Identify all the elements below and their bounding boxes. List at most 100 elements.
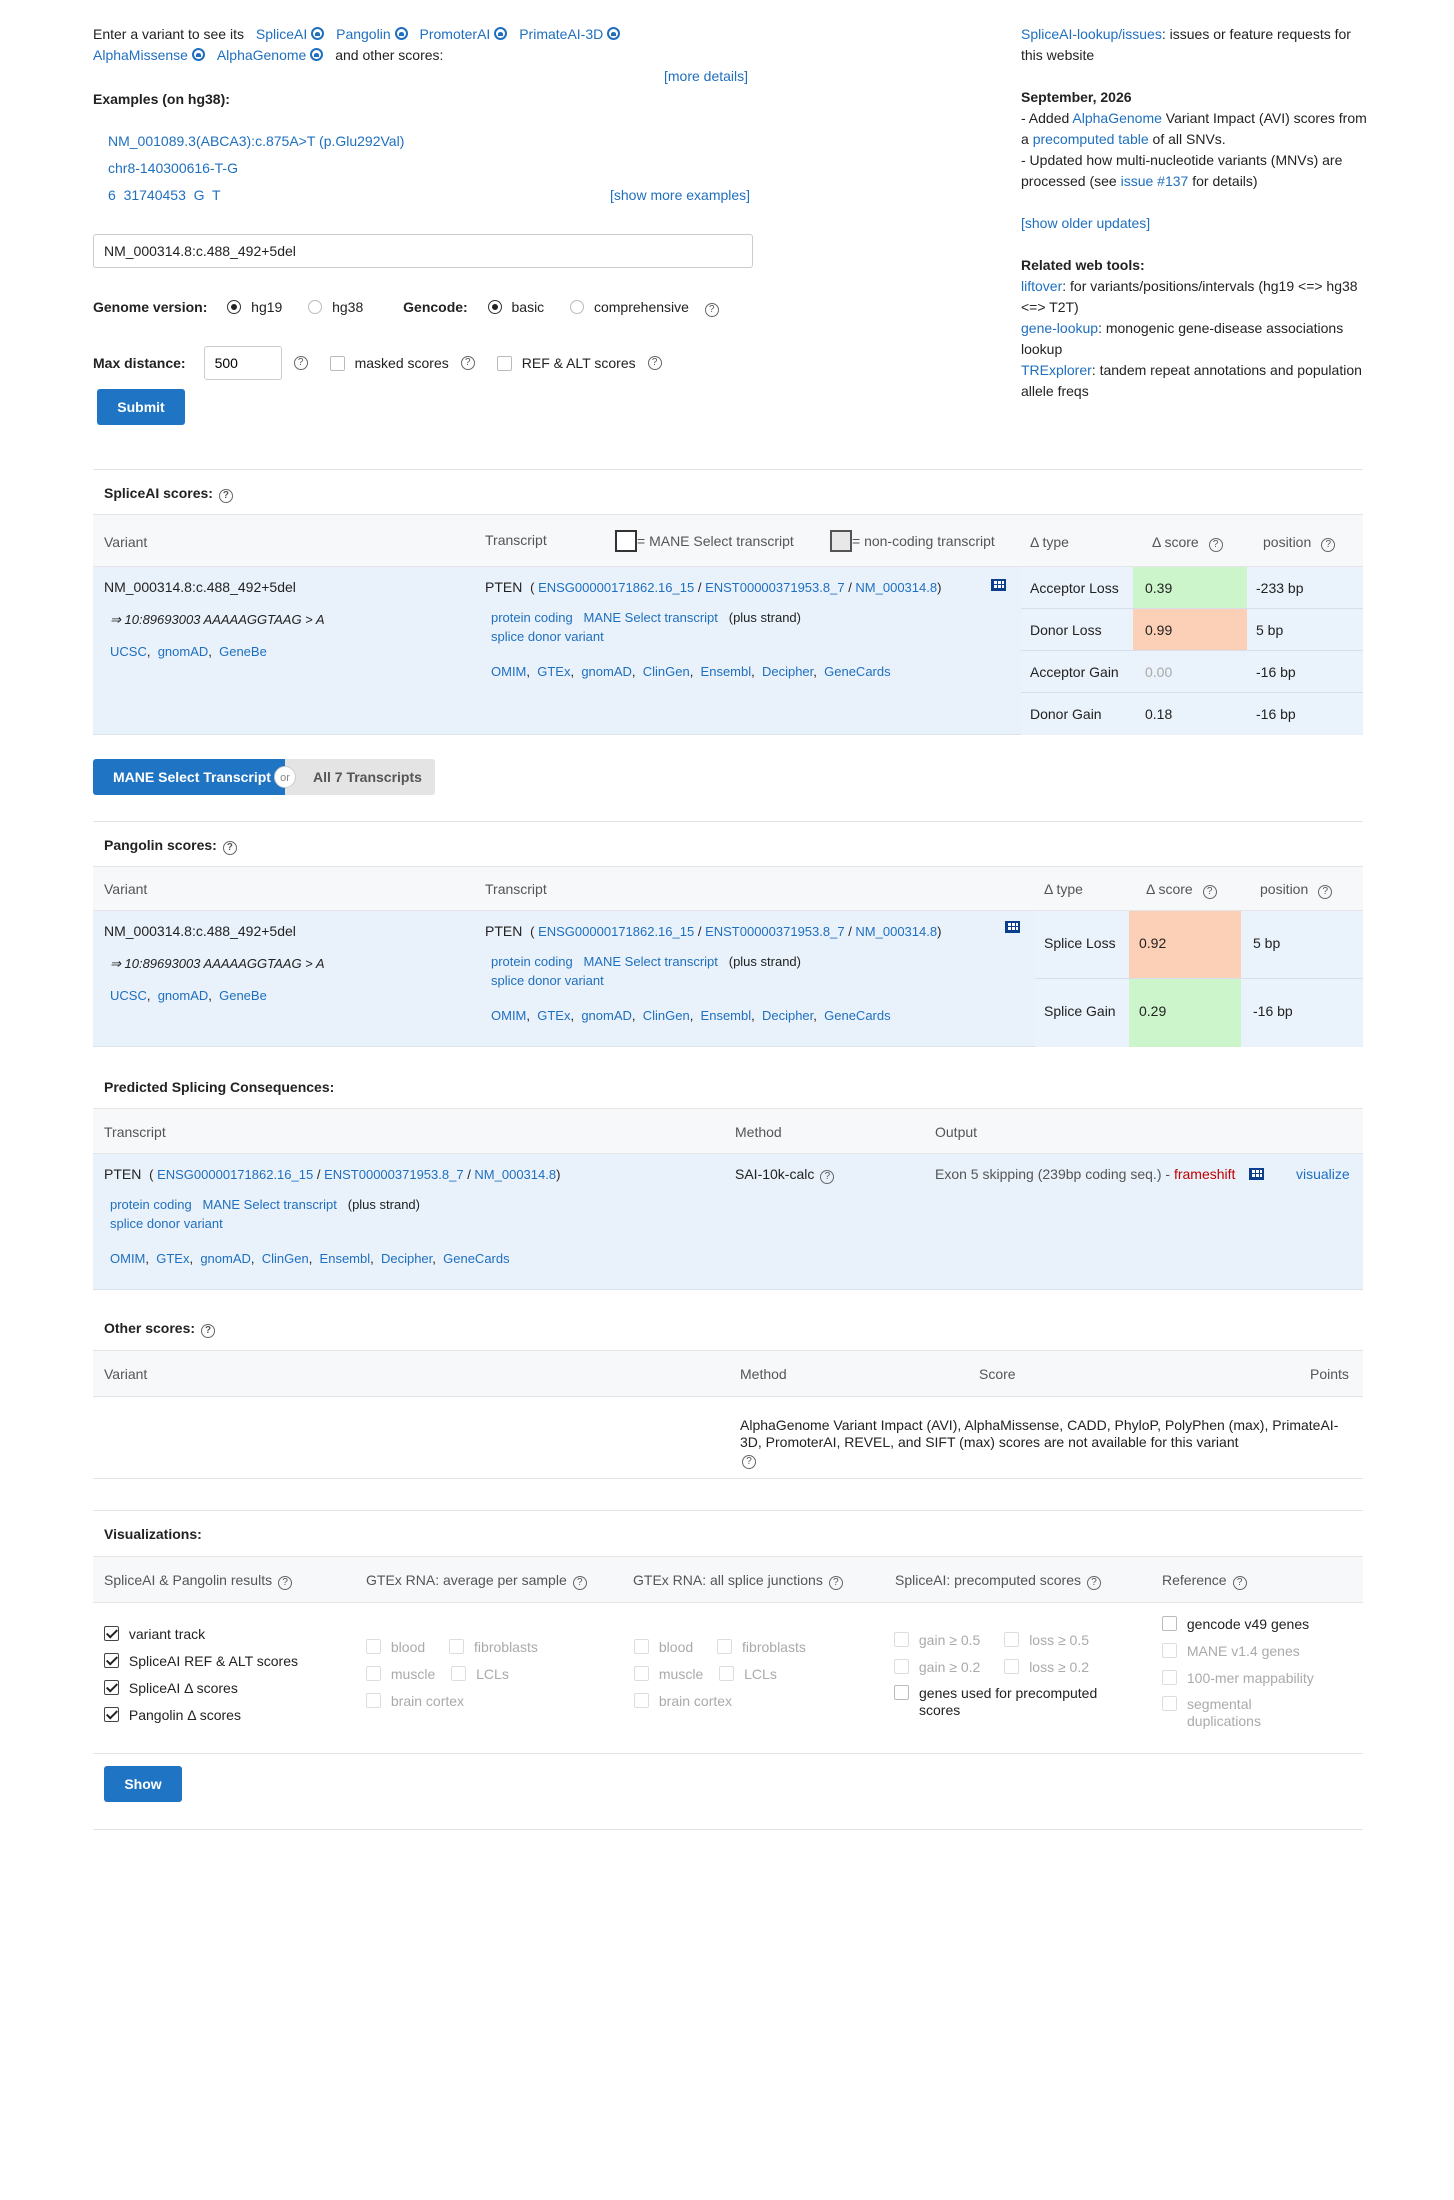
- omim-link[interactable]: OMIM: [110, 1251, 145, 1266]
- help-icon[interactable]: ?: [647, 356, 662, 370]
- gtex-avg-brain-checkbox[interactable]: [366, 1693, 381, 1708]
- gtex-avg-lcls-label[interactable]: LCLs: [476, 1666, 509, 1682]
- hg38-radio[interactable]: [308, 300, 323, 314]
- example-2[interactable]: chr8-140300616-T-G: [108, 158, 238, 179]
- help-icon[interactable]: ?: [1086, 1576, 1101, 1590]
- ensembl-gene-link[interactable]: ENSG00000171862.16_15: [157, 1167, 313, 1182]
- gtex-avg-blood-label[interactable]: blood: [391, 1639, 425, 1655]
- gain-05-label[interactable]: gain ≥ 0.5: [919, 1632, 980, 1648]
- github-icon[interactable]: [191, 48, 205, 61]
- clingen-link[interactable]: ClinGen: [643, 664, 690, 679]
- github-icon[interactable]: [310, 48, 324, 61]
- more-details-link[interactable]: [more details]: [664, 66, 748, 87]
- variant-track-label[interactable]: variant track: [129, 1626, 205, 1642]
- refseq-link[interactable]: NM_000314.8: [855, 924, 937, 939]
- refseq-link[interactable]: NM_000314.8: [474, 1167, 556, 1182]
- help-icon[interactable]: ?: [704, 303, 719, 317]
- gtex-junc-muscle-checkbox[interactable]: [634, 1666, 649, 1681]
- ensembl-transcript-link[interactable]: ENST00000371953.8_7: [705, 924, 845, 939]
- gnomad-gene-link[interactable]: gnomAD: [200, 1251, 251, 1266]
- gtex-junc-muscle-label[interactable]: muscle: [659, 1666, 703, 1682]
- omim-link[interactable]: OMIM: [491, 1008, 526, 1023]
- loss-02-label[interactable]: loss ≥ 0.2: [1029, 1659, 1089, 1675]
- consequence-tag[interactable]: splice donor variant: [491, 973, 604, 988]
- comprehensive-label[interactable]: comprehensive: [594, 299, 689, 315]
- table-icon[interactable]: [1005, 921, 1020, 933]
- ensembl-transcript-link[interactable]: ENST00000371953.8_7: [324, 1167, 464, 1182]
- alphamissense-link[interactable]: AlphaMissense: [93, 47, 188, 63]
- all-transcripts-toggle[interactable]: All 7 Transcripts: [285, 759, 435, 795]
- omim-link[interactable]: OMIM: [491, 664, 526, 679]
- show-older-updates-link[interactable]: [show older updates]: [1021, 215, 1150, 231]
- segdup-checkbox[interactable]: [1162, 1696, 1177, 1711]
- ensembl-transcript-link[interactable]: ENST00000371953.8_7: [705, 580, 845, 595]
- gtex-avg-muscle-label[interactable]: muscle: [391, 1666, 435, 1682]
- gtex-junc-lcls-checkbox[interactable]: [719, 1666, 735, 1681]
- hg19-radio[interactable]: [227, 300, 242, 314]
- genebe-link[interactable]: GeneBe: [219, 988, 267, 1003]
- help-icon[interactable]: ?: [278, 1576, 293, 1590]
- precomputed-genes-label[interactable]: genes used for precomputed scores: [919, 1685, 1129, 1719]
- help-icon[interactable]: ?: [1318, 885, 1333, 899]
- gtex-junc-lcls-label[interactable]: LCLs: [744, 1666, 777, 1682]
- gtex-avg-blood-checkbox[interactable]: [366, 1639, 381, 1654]
- ensembl-gene-link[interactable]: ENSG00000171862.16_15: [538, 580, 694, 595]
- gtex-link[interactable]: GTEx: [156, 1251, 189, 1266]
- ref-alt-checkbox[interactable]: [496, 355, 512, 371]
- basic-radio[interactable]: [487, 300, 502, 314]
- gnomad-gene-link[interactable]: gnomAD: [581, 1008, 632, 1023]
- help-icon[interactable]: ?: [1321, 538, 1336, 552]
- refseq-link[interactable]: NM_000314.8: [855, 580, 937, 595]
- biotype-tag[interactable]: protein coding: [491, 610, 573, 625]
- table-icon[interactable]: [991, 579, 1006, 591]
- precomputed-table-link[interactable]: precomputed table: [1033, 131, 1149, 147]
- gain-02-checkbox[interactable]: [894, 1659, 909, 1674]
- issues-link[interactable]: SpliceAI-lookup/issues: [1021, 26, 1162, 42]
- gencode-genes-checkbox[interactable]: [1162, 1616, 1177, 1631]
- example-3[interactable]: 6 31740453 G T: [108, 185, 221, 206]
- help-icon[interactable]: ?: [201, 1324, 216, 1338]
- help-icon[interactable]: ?: [828, 1576, 843, 1590]
- precomputed-genes-checkbox[interactable]: [894, 1685, 909, 1700]
- genebe-link[interactable]: GeneBe: [219, 644, 267, 659]
- gnomad-gene-link[interactable]: gnomAD: [581, 664, 632, 679]
- decipher-link[interactable]: Decipher: [762, 664, 813, 679]
- mane-tag[interactable]: MANE Select transcript: [203, 1197, 337, 1212]
- clingen-link[interactable]: ClinGen: [262, 1251, 309, 1266]
- spliceai-ref-alt-label[interactable]: SpliceAI REF & ALT scores: [129, 1653, 298, 1669]
- help-icon[interactable]: ?: [293, 356, 308, 370]
- gtex-junc-fibroblasts-checkbox[interactable]: [717, 1639, 733, 1654]
- gtex-avg-muscle-checkbox[interactable]: [366, 1666, 381, 1681]
- hg38-label[interactable]: hg38: [332, 299, 363, 315]
- mane-tag[interactable]: MANE Select transcript: [584, 954, 718, 969]
- gain-02-label[interactable]: gain ≥ 0.2: [919, 1659, 980, 1675]
- consequence-tag[interactable]: splice donor variant: [110, 1216, 223, 1231]
- alphagenome-link[interactable]: AlphaGenome: [217, 47, 307, 63]
- show-more-examples-link[interactable]: [show more examples]: [610, 185, 750, 206]
- masked-scores-checkbox[interactable]: [329, 355, 345, 371]
- spliceai-delta-checkbox[interactable]: [104, 1680, 119, 1695]
- clingen-link[interactable]: ClinGen: [643, 1008, 690, 1023]
- biotype-tag[interactable]: protein coding: [110, 1197, 192, 1212]
- ensembl-link[interactable]: Ensembl: [701, 664, 752, 679]
- genecards-link[interactable]: GeneCards: [443, 1251, 509, 1266]
- mane-genes-label[interactable]: MANE v1.4 genes: [1187, 1643, 1300, 1659]
- help-icon[interactable]: ?: [222, 841, 237, 855]
- consequence-tag[interactable]: splice donor variant: [491, 629, 604, 644]
- spliceai-ref-alt-checkbox[interactable]: [104, 1653, 119, 1668]
- github-icon[interactable]: [394, 27, 408, 40]
- mappability-label[interactable]: 100-mer mappability: [1187, 1670, 1314, 1686]
- liftover-link[interactable]: liftover: [1021, 278, 1062, 294]
- loss-05-label[interactable]: loss ≥ 0.5: [1029, 1632, 1089, 1648]
- spliceai-delta-label[interactable]: SpliceAI Δ scores: [129, 1680, 238, 1696]
- gene-lookup-link[interactable]: gene-lookup: [1021, 320, 1098, 336]
- hg19-label[interactable]: hg19: [251, 299, 282, 315]
- mane-select-toggle[interactable]: MANE Select Transcript: [93, 759, 285, 795]
- help-icon[interactable]: ?: [1232, 1576, 1247, 1590]
- variant-search-input[interactable]: [93, 234, 753, 268]
- submit-button[interactable]: Submit: [97, 389, 185, 425]
- variant-track-checkbox[interactable]: [104, 1626, 119, 1641]
- biotype-tag[interactable]: protein coding: [491, 954, 573, 969]
- genecards-link[interactable]: GeneCards: [824, 664, 890, 679]
- mappability-checkbox[interactable]: [1162, 1670, 1177, 1685]
